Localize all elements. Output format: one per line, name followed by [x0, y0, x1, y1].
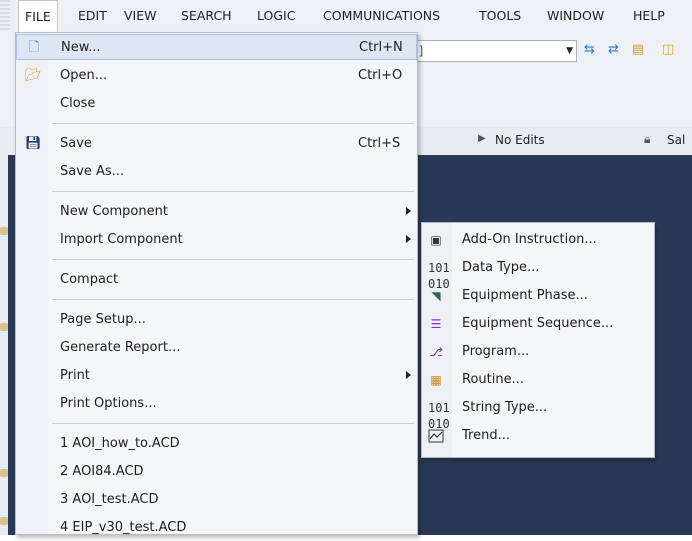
- tree-node-icon: [0, 517, 8, 525]
- menu-item-label: Print: [60, 368, 90, 383]
- submenu-item-trend[interactable]: Trend...: [422, 422, 654, 450]
- menu-tools[interactable]: TOOLS: [479, 0, 521, 32]
- menu-separator: [52, 191, 414, 192]
- menu-view[interactable]: VIEW: [124, 0, 157, 32]
- submenu-item-program[interactable]: ⎇ Program...: [422, 338, 654, 366]
- menu-item-label: Save As...: [60, 164, 125, 179]
- data-type-icon: 101 010: [428, 261, 450, 291]
- menu-item-recent-4[interactable]: 4 EIP_v30_test.ACD: [16, 515, 417, 541]
- menu-help[interactable]: HELP: [633, 0, 665, 32]
- menu-search[interactable]: SEARCH: [181, 0, 232, 32]
- trend-icon: [428, 428, 444, 444]
- menu-edit[interactable]: EDIT: [78, 0, 107, 32]
- menu-separator: [52, 423, 414, 424]
- menu-item-save[interactable]: 💾︎ Save Ctrl+S: [16, 131, 417, 157]
- menu-item-save-as[interactable]: Save As...: [16, 159, 417, 185]
- path-combo[interactable]: 0] ▼: [407, 40, 577, 62]
- submenu-item-label: Equipment Sequence...: [462, 316, 614, 331]
- menu-item-recent-1[interactable]: 1 AOI_how_to.ACD: [16, 431, 417, 457]
- menu-item-close[interactable]: Close: [16, 91, 417, 117]
- submenu-item-label: Data Type...: [462, 260, 540, 275]
- menu-item-print[interactable]: Print: [16, 363, 417, 389]
- new-component-submenu: ▣ Add-On Instruction... 101 010 Data Typ…: [421, 222, 655, 458]
- toolbar-button-icon[interactable]: ◫: [662, 42, 674, 57]
- submenu-item-routine[interactable]: ▦ Routine...: [422, 366, 654, 394]
- shortcut-label: Ctrl+S: [358, 136, 401, 151]
- menu-item-label: New...: [61, 40, 101, 55]
- menu-separator: [52, 259, 414, 260]
- lock-icon: 🔒︎: [644, 132, 651, 146]
- left-panel-edge: [0, 155, 8, 535]
- open-folder-icon: 📂︎: [25, 68, 42, 83]
- menu-logic[interactable]: LOGIC: [257, 0, 295, 32]
- menu-item-label: Save: [60, 136, 92, 151]
- chevron-down-icon[interactable]: ▼: [566, 41, 573, 61]
- menu-item-label: 4 EIP_v30_test.ACD: [60, 520, 187, 535]
- partial-label: Sal: [667, 133, 686, 147]
- submenu-item-label: Routine...: [462, 372, 524, 387]
- submenu-item-data-type[interactable]: 101 010 Data Type...: [422, 254, 654, 291]
- menu-item-label: New Component: [60, 204, 168, 219]
- equipment-phase-icon: ◥: [431, 289, 441, 303]
- new-file-icon: 🗋︎: [28, 40, 40, 55]
- menu-item-label: Compact: [60, 272, 119, 287]
- string-type-icon: 101 010: [428, 401, 450, 431]
- menu-window[interactable]: WINDOW: [547, 0, 604, 32]
- add-on-instruction-icon: ▣: [430, 233, 442, 247]
- menu-item-label: Print Options...: [60, 396, 157, 411]
- tree-node-icon: [0, 227, 8, 235]
- menu-item-new-component[interactable]: New Component: [16, 199, 417, 225]
- submenu-arrow-icon: [406, 371, 411, 379]
- menu-item-label: 3 AOI_test.ACD: [60, 492, 159, 507]
- menu-item-compact[interactable]: Compact: [16, 267, 417, 293]
- menu-separator: [52, 123, 414, 124]
- go-offline-icon[interactable]: ⇄: [608, 42, 619, 57]
- program-icon: ⎇: [429, 345, 443, 359]
- menu-separator: [52, 299, 414, 300]
- submenu-arrow-icon: [406, 207, 411, 215]
- menu-item-recent-3[interactable]: 3 AOI_test.ACD: [16, 487, 417, 513]
- submenu-item-equipment-phase[interactable]: ◥ Equipment Phase...: [422, 282, 654, 310]
- menu-item-print-options[interactable]: Print Options...: [16, 391, 417, 417]
- edit-status-text: No Edits: [495, 133, 545, 147]
- shortcut-label: Ctrl+N: [359, 40, 403, 55]
- menu-file[interactable]: FILE: [18, 0, 58, 33]
- save-disk-icon: 💾︎: [25, 136, 42, 151]
- menu-item-label: Import Component: [60, 232, 183, 247]
- submenu-item-string-type[interactable]: 101 010 String Type...: [422, 394, 654, 431]
- routine-icon: ▦: [430, 373, 442, 387]
- go-online-icon[interactable]: ⇆: [584, 42, 595, 57]
- menu-item-label: Page Setup...: [60, 312, 146, 327]
- upload-icon[interactable]: ▤: [632, 42, 644, 57]
- tree-node-icon: [0, 469, 8, 477]
- menu-item-label: 1 AOI_how_to.ACD: [60, 436, 180, 451]
- menu-item-label: Generate Report...: [60, 340, 181, 355]
- menu-item-open[interactable]: 📂︎ Open... Ctrl+O: [16, 63, 417, 89]
- menu-item-new[interactable]: 🗋︎ New... Ctrl+N: [16, 34, 417, 60]
- file-menu: 🗋︎ New... Ctrl+N 📂︎ Open... Ctrl+O Close…: [15, 32, 418, 535]
- menu-item-recent-2[interactable]: 2 AOI84.ACD: [16, 459, 417, 485]
- tree-node-icon: [0, 323, 8, 331]
- submenu-item-label: String Type...: [462, 400, 548, 415]
- menu-item-label: Open...: [60, 68, 108, 83]
- submenu-item-label: Add-On Instruction...: [462, 232, 597, 247]
- menu-item-import-component[interactable]: Import Component: [16, 227, 417, 253]
- submenu-item-label: Equipment Phase...: [462, 288, 588, 303]
- menu-bar: FILE EDIT VIEW SEARCH LOGIC COMMUNICATIO…: [0, 0, 692, 535]
- submenu-item-equipment-sequence[interactable]: ☰ Equipment Sequence...: [422, 310, 654, 338]
- submenu-arrow-icon: [406, 235, 411, 243]
- menu-item-label: 2 AOI84.ACD: [60, 464, 144, 479]
- submenu-item-label: Program...: [462, 344, 530, 359]
- submenu-item-add-on-instruction[interactable]: ▣ Add-On Instruction...: [422, 226, 654, 254]
- menu-item-generate-report[interactable]: Generate Report...: [16, 335, 417, 361]
- equipment-sequence-icon: ☰: [430, 317, 442, 331]
- menu-communications[interactable]: COMMUNICATIONS: [323, 0, 440, 32]
- menu-item-page-setup[interactable]: Page Setup...: [16, 307, 417, 333]
- play-icon[interactable]: ▶: [478, 133, 486, 144]
- submenu-item-label: Trend...: [462, 428, 510, 443]
- menu-item-label: Close: [60, 96, 96, 111]
- shortcut-label: Ctrl+O: [358, 68, 403, 83]
